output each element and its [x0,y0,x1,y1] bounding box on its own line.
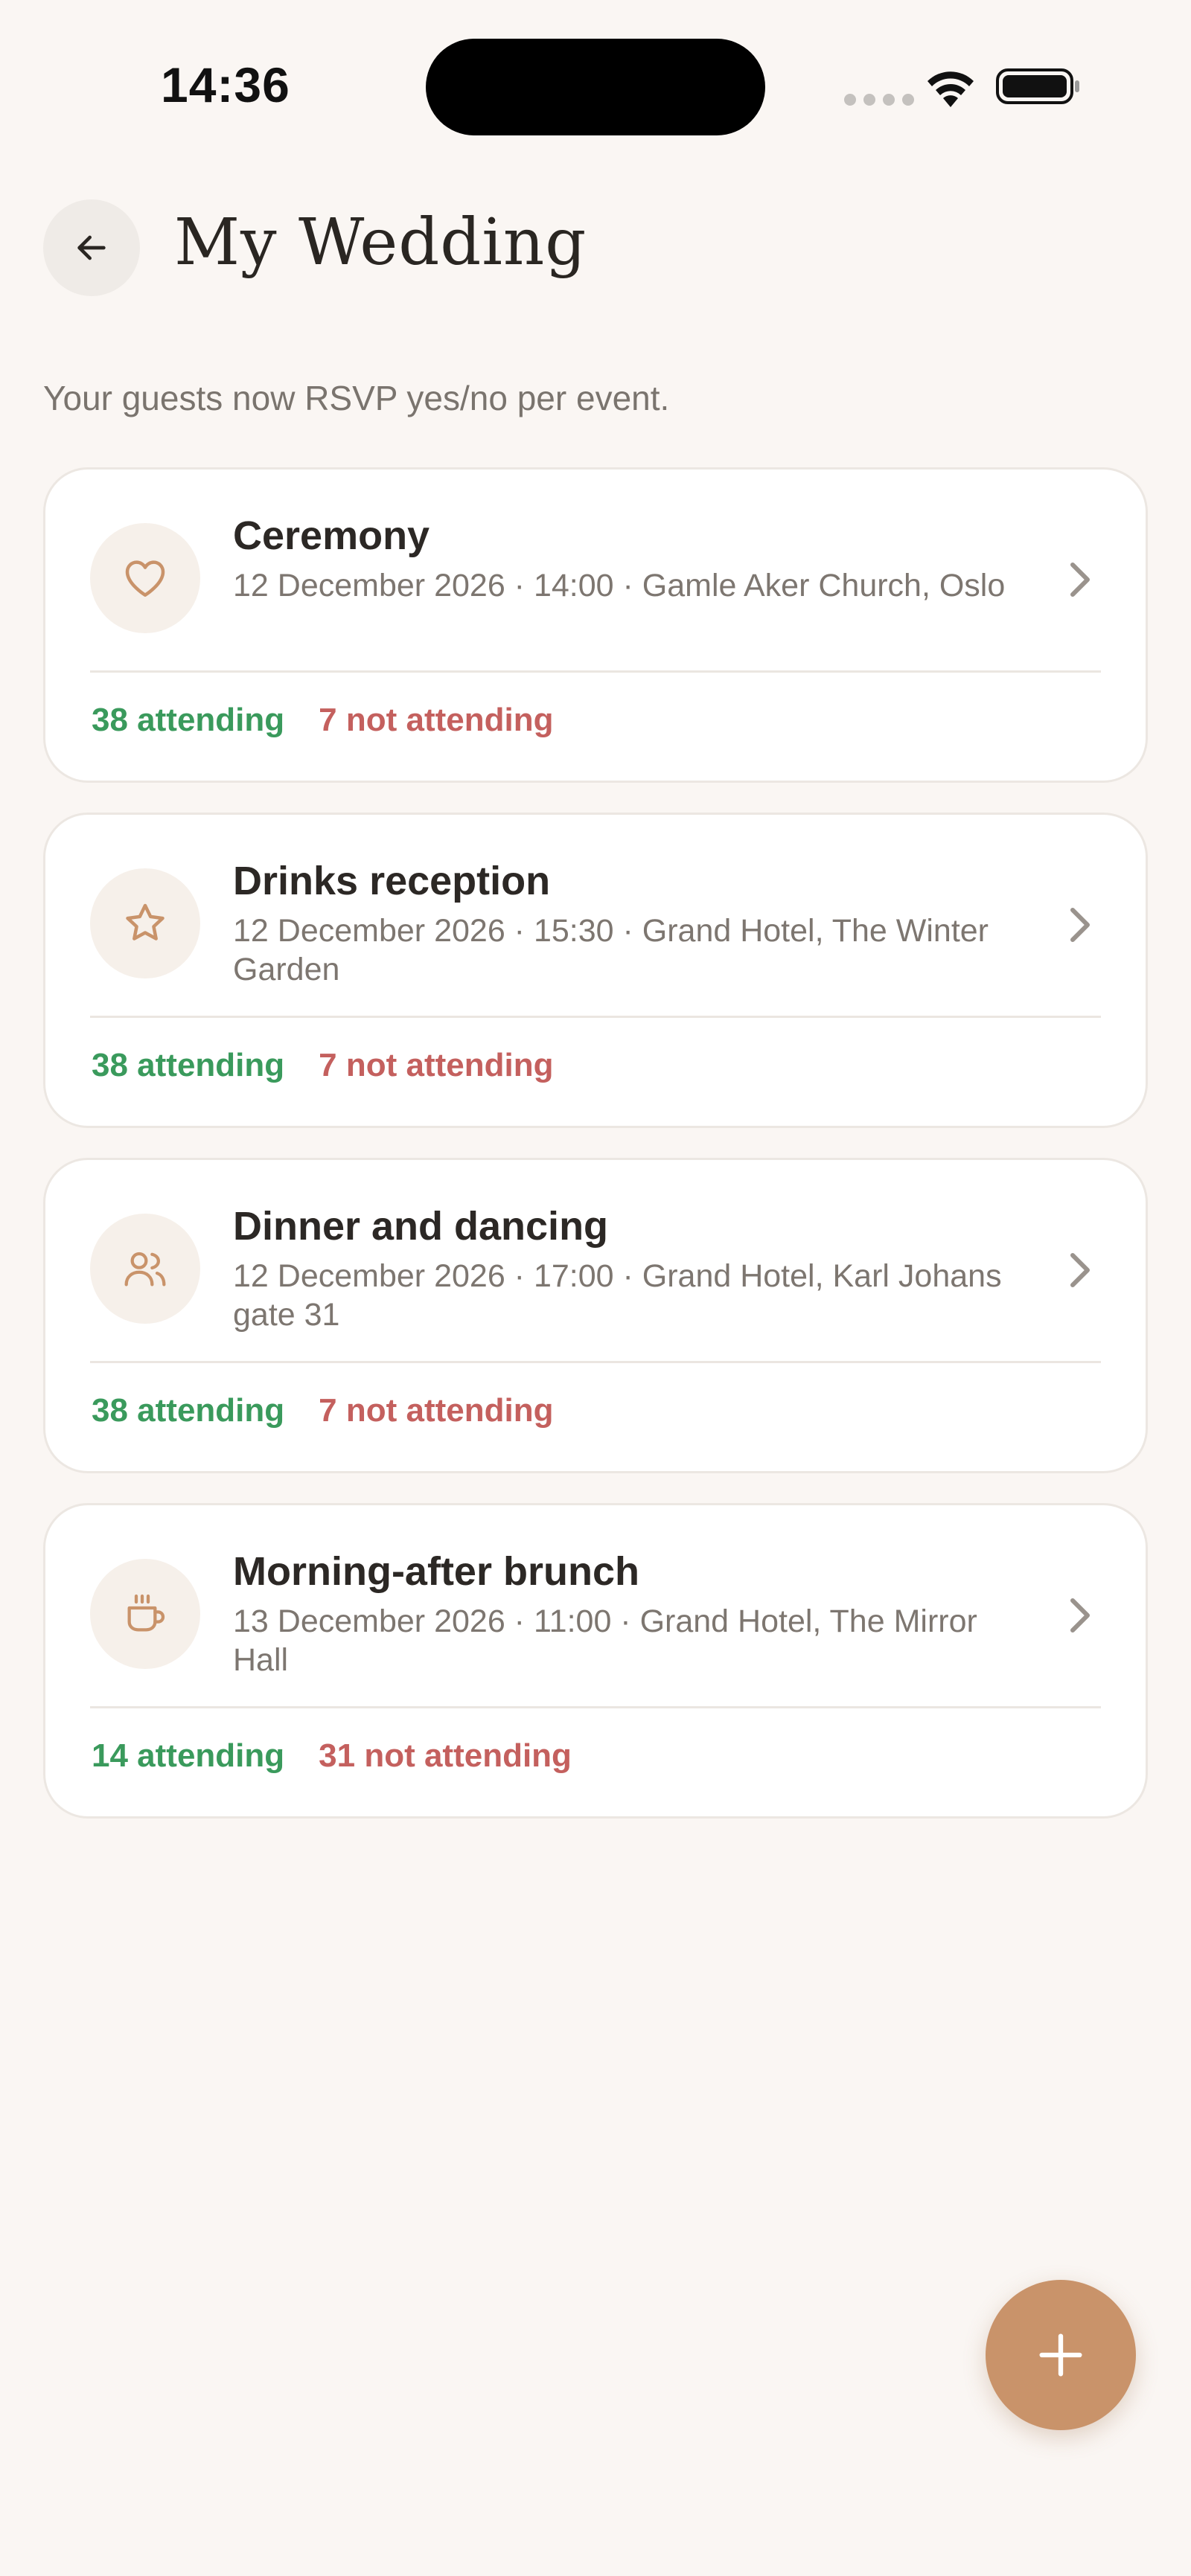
page-title: My Wedding [174,205,587,280]
divider [90,670,1101,673]
divider [90,1016,1101,1018]
chevron-right-icon [1070,1598,1090,1633]
cellular-signal-icon [844,94,914,106]
event-icon-badge [90,868,200,978]
event-card-drinks-reception[interactable]: Drinks reception 12 December 2026 · 15:3… [43,813,1148,1128]
event-list: Ceremony 12 December 2026 · 14:00 · Gaml… [43,467,1148,1819]
chevron-right-icon [1070,1253,1090,1287]
event-title: Ceremony [233,513,430,558]
attending-count: 38 attending [92,1392,285,1429]
event-icon-badge [90,1559,200,1669]
plus-icon [1039,2333,1082,2377]
event-title: Drinks reception [233,859,551,903]
attending-count: 14 attending [92,1737,285,1774]
rsvp-counts: 14 attending 31 not attending [92,1737,572,1775]
coffee-cup-icon [127,1594,165,1632]
not-attending-count: 7 not attending [319,702,554,738]
attending-count: 38 attending [92,702,285,738]
rsvp-counts: 38 attending 7 not attending [92,1392,553,1429]
event-card-dinner-and-dancing[interactable]: Dinner and dancing 12 December 2026 · 17… [43,1158,1148,1473]
event-icon-badge [90,1214,200,1324]
event-icon-badge [90,523,200,633]
wifi-icon [927,71,974,107]
star-icon [126,903,165,941]
event-details: 12 December 2026 · 17:00 · Grand Hotel, … [233,1258,1002,1333]
rsvp-counts: 38 attending 7 not attending [92,1047,553,1084]
event-card-ceremony[interactable]: Ceremony 12 December 2026 · 14:00 · Gaml… [43,467,1148,783]
status-bar: 14:36 [0,0,1191,149]
chevron-right-icon [1070,908,1090,942]
event-card-morning-after-brunch[interactable]: Morning-after brunch 13 December 2026 · … [43,1503,1148,1819]
heart-icon [125,560,165,597]
rsvp-counts: 38 attending 7 not attending [92,702,553,739]
event-details: 13 December 2026 · 11:00 · Grand Hotel, … [233,1603,977,1678]
not-attending-count: 7 not attending [319,1047,554,1083]
event-details: 12 December 2026 · 15:30 · Grand Hotel, … [233,913,989,987]
not-attending-count: 7 not attending [319,1392,554,1429]
divider [90,1706,1101,1708]
status-time: 14:36 [161,57,290,112]
arrow-left-icon [77,235,106,260]
add-event-button[interactable] [986,2280,1136,2430]
event-title: Morning-after brunch [233,1549,639,1594]
not-attending-count: 31 not attending [319,1737,572,1774]
dynamic-island [426,39,765,135]
attending-count: 38 attending [92,1047,285,1083]
page-subtitle: Your guests now RSVP yes/no per event. [43,379,670,417]
event-title: Dinner and dancing [233,1204,609,1249]
event-details: 12 December 2026 · 14:00 · Gamle Aker Ch… [233,568,1006,603]
back-button[interactable] [43,199,140,296]
battery-icon [996,68,1079,104]
divider [90,1361,1101,1363]
users-icon [124,1252,166,1287]
chevron-right-icon [1070,563,1090,597]
